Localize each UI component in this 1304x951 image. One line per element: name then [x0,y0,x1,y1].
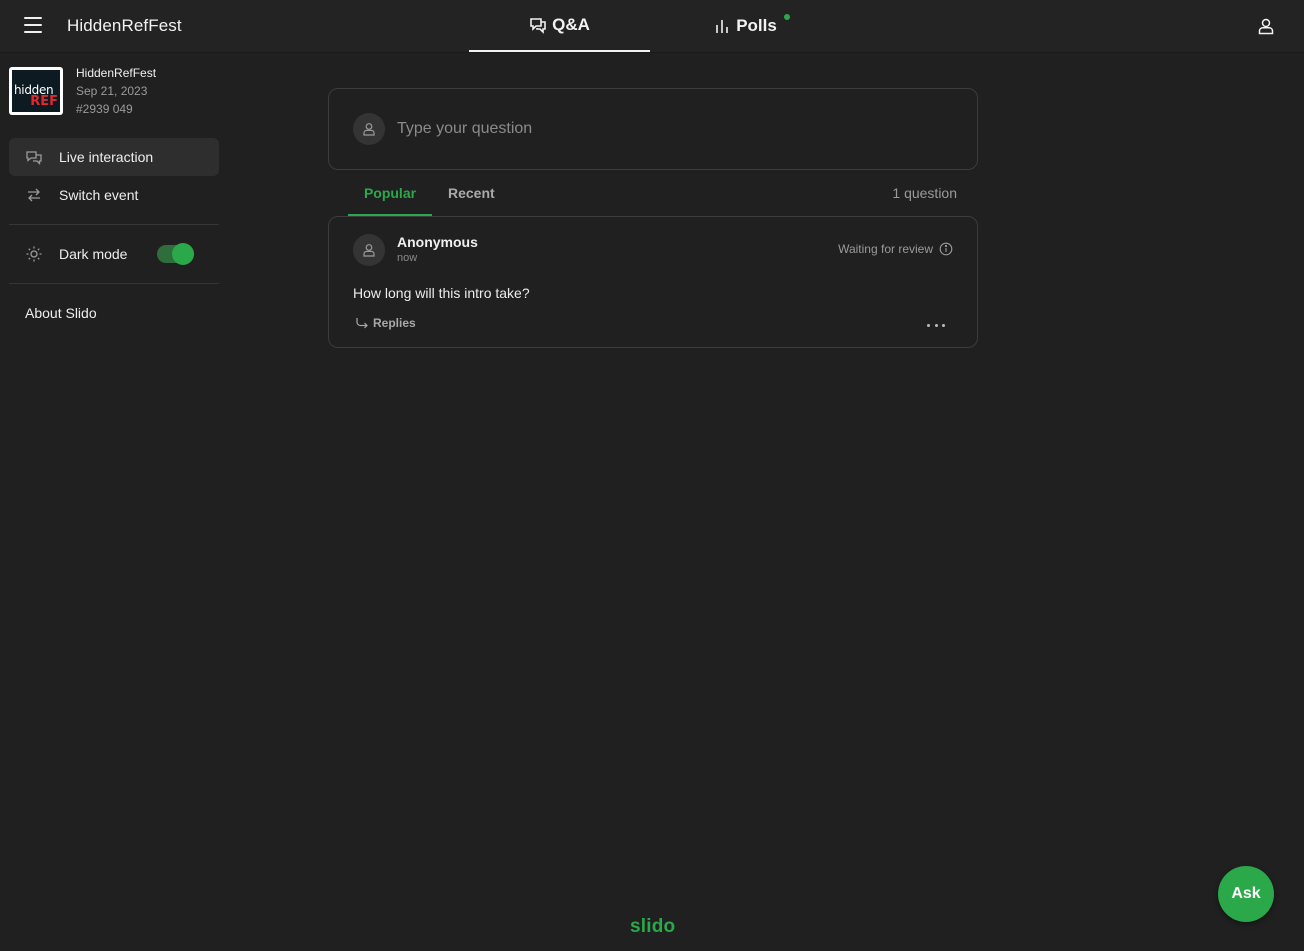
slido-logo: slido [630,916,676,937]
swap-arrows-icon [23,184,45,206]
top-bar: HiddenRefFest Q&A Polls [0,0,1304,53]
question-status: Waiting for review [838,242,953,256]
user-icon [363,123,375,136]
user-icon [363,244,375,257]
ask-button[interactable]: Ask [1218,866,1274,922]
tab-popular[interactable]: Popular [348,185,432,216]
divider [9,224,219,225]
bar-chart-icon [716,20,728,33]
sidebar-item-switch-event[interactable]: Switch event [9,176,219,214]
about-slido-link[interactable]: About Slido [25,305,97,321]
app-title: HiddenRefFest [67,16,182,35]
event-name: HiddenRefFest [76,66,157,80]
question-text: How long will this intro take? [353,285,530,301]
user-icon[interactable] [1256,16,1276,36]
tab-polls[interactable]: Polls [680,0,810,52]
reply-arrow-icon [356,318,368,329]
sun-icon [23,243,45,265]
event-date: Sep 21, 2023 [76,84,148,98]
tab-qa-label: Q&A [552,15,590,34]
chat-bubbles-icon [23,146,45,168]
question-count: 1 question [892,185,957,201]
info-icon[interactable] [939,242,953,256]
notification-dot [784,14,790,20]
tab-qa[interactable]: Q&A [469,0,650,52]
sidebar-item-label: Switch event [59,187,139,203]
toggle-knob [172,243,194,265]
sidebar-item-live-interaction[interactable]: Live interaction [9,138,219,176]
divider [9,283,219,284]
question-input[interactable]: Type your question [328,88,978,170]
chat-bubbles-icon [530,18,546,34]
question-card: Anonymous now Waiting for review How lon… [328,216,978,348]
event-logo: hidden REF [9,67,63,115]
avatar [353,113,385,145]
event-code: #2939 049 [76,102,133,116]
question-time: now [397,252,418,264]
more-options-icon[interactable] [927,318,945,332]
hamburger-icon[interactable] [20,17,46,37]
question-status-label: Waiting for review [838,242,933,256]
dark-mode-toggle[interactable] [157,243,194,265]
replies-button[interactable]: Replies [355,316,416,330]
tab-polls-label: Polls [736,16,777,35]
replies-label: Replies [373,316,416,330]
avatar [353,234,385,266]
question-input-placeholder: Type your question [397,120,533,137]
tab-recent[interactable]: Recent [448,185,495,201]
dark-mode-label: Dark mode [59,246,128,262]
event-logo-text-accent: REF [30,94,58,109]
question-author: Anonymous [397,234,478,250]
sidebar-item-label: Live interaction [59,149,154,165]
